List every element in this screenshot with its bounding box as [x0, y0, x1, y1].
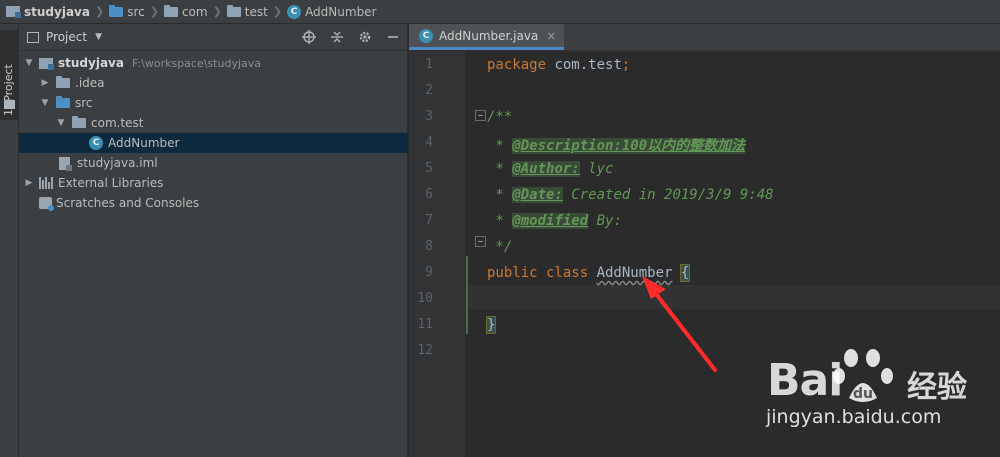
line-number: 12	[417, 343, 433, 358]
chevron-right-icon: ❯	[94, 5, 105, 18]
vcs-change-marker	[466, 256, 468, 334]
collapse-arrow-icon[interactable]: ▶	[23, 178, 35, 188]
code-line-1[interactable]: package com.test;	[487, 57, 630, 73]
breadcrumb-test[interactable]: test	[226, 4, 268, 19]
folder-icon	[56, 96, 70, 108]
folder-icon	[72, 116, 86, 128]
tree-item-com-test[interactable]: ▼ com.test	[19, 113, 408, 133]
collapse-all-icon[interactable]	[329, 29, 345, 45]
line-number: 5	[425, 161, 433, 176]
fold-marker-icon[interactable]	[475, 236, 486, 247]
tree-item-studyjava-iml[interactable]: studyjava.iml	[19, 153, 408, 173]
tree-item-src[interactable]: ▼ src	[19, 93, 408, 113]
folder-icon	[56, 76, 70, 88]
project-panel: Project ▼ ▼ studyjava F:\workspace\study…	[19, 24, 408, 457]
current-line-highlight	[465, 285, 1000, 309]
line-number: 4	[425, 135, 433, 150]
chevron-right-icon: ❯	[212, 5, 222, 18]
folder-icon	[109, 4, 124, 17]
expand-arrow-icon[interactable]: ▼	[23, 58, 35, 68]
project-view-selector[interactable]: Project	[46, 30, 87, 44]
line-gutter: 1 2 3 4 5 6 7 8 9 10 11 12	[409, 51, 465, 457]
class-icon: C	[287, 4, 302, 19]
dropdown-arrow-icon[interactable]: ▼	[95, 32, 102, 42]
svg-text:du: du	[853, 386, 873, 402]
class-icon: C	[419, 28, 433, 43]
code-line-4[interactable]: * @Description:100以内的整数加法	[487, 135, 746, 155]
library-icon	[39, 177, 53, 189]
tree-item-addnumber[interactable]: C AddNumber	[19, 133, 408, 153]
tree-item-studyjava[interactable]: ▼ studyjava F:\workspace\studyjava	[19, 53, 408, 73]
line-number: 8	[425, 239, 433, 254]
class-icon: C	[89, 136, 103, 150]
fold-marker-icon[interactable]	[475, 110, 486, 121]
project-icon	[6, 6, 21, 18]
line-number: 9	[425, 265, 433, 280]
line-number: 2	[425, 83, 433, 98]
code-line-6[interactable]: * @Date: Created in 2019/3/9 9:48	[487, 187, 774, 203]
baidu-jingyan-watermark: du Bai 经验 jingyan.baidu.com	[757, 348, 1000, 457]
breadcrumb-addnumber[interactable]: C AddNumber	[287, 4, 377, 19]
line-number: 1	[425, 57, 433, 72]
folder-icon	[4, 100, 15, 109]
tab-project-tool[interactable]: 1: Project	[0, 30, 19, 120]
close-icon[interactable]: ×	[546, 29, 556, 43]
tree-item-idea[interactable]: ▶ .idea	[19, 73, 408, 93]
tab-addnumber-java[interactable]: C AddNumber.java ×	[409, 24, 565, 50]
line-number: 7	[425, 213, 433, 228]
project-view-icon	[27, 31, 39, 43]
expand-arrow-icon[interactable]: ▼	[55, 118, 67, 128]
code-line-9[interactable]: public class AddNumber {	[487, 264, 691, 282]
code-line-5[interactable]: * @Author: lyc	[487, 161, 613, 177]
tree-item-external-libraries[interactable]: ▶ External Libraries	[19, 173, 408, 193]
expand-arrow-icon[interactable]: ▼	[39, 98, 51, 108]
breadcrumb-project[interactable]: studyjava	[6, 5, 90, 19]
project-icon	[39, 57, 54, 70]
line-number: 3	[425, 109, 433, 124]
breadcrumb-src[interactable]: src	[109, 4, 145, 19]
line-number: 6	[425, 187, 433, 202]
matched-brace: {	[679, 264, 691, 282]
breadcrumb: studyjava ❯ src ❯ com ❯ test ❯ C AddNumb…	[0, 0, 1000, 24]
file-icon	[59, 156, 72, 171]
chevron-right-icon: ❯	[272, 5, 283, 18]
code-line-3[interactable]: /**	[487, 109, 512, 125]
line-number: 11	[417, 317, 433, 332]
gear-icon[interactable]	[357, 29, 373, 45]
tool-strip: 1: Project	[0, 24, 19, 457]
editor-tabs: C AddNumber.java ×	[409, 24, 1000, 51]
folder-icon	[163, 4, 178, 17]
matched-brace: }	[485, 316, 497, 334]
folder-icon	[226, 4, 241, 17]
line-number: 10	[417, 291, 433, 306]
breadcrumb-com[interactable]: com	[163, 4, 208, 19]
panel-toolbar	[301, 29, 401, 45]
locate-icon[interactable]	[301, 29, 317, 45]
scratch-icon	[39, 197, 54, 211]
code-line-7[interactable]: * @modified By:	[487, 213, 622, 229]
code-line-11[interactable]: }	[485, 316, 497, 334]
project-panel-header: Project ▼	[19, 24, 407, 51]
code-line-8[interactable]: */	[487, 239, 512, 255]
minimize-icon[interactable]	[385, 29, 401, 45]
class-name-token: AddNumber	[596, 265, 673, 281]
tree-item-scratches[interactable]: Scratches and Consoles	[19, 193, 408, 213]
collapse-arrow-icon[interactable]: ▶	[39, 78, 51, 88]
chevron-right-icon: ❯	[149, 5, 159, 18]
